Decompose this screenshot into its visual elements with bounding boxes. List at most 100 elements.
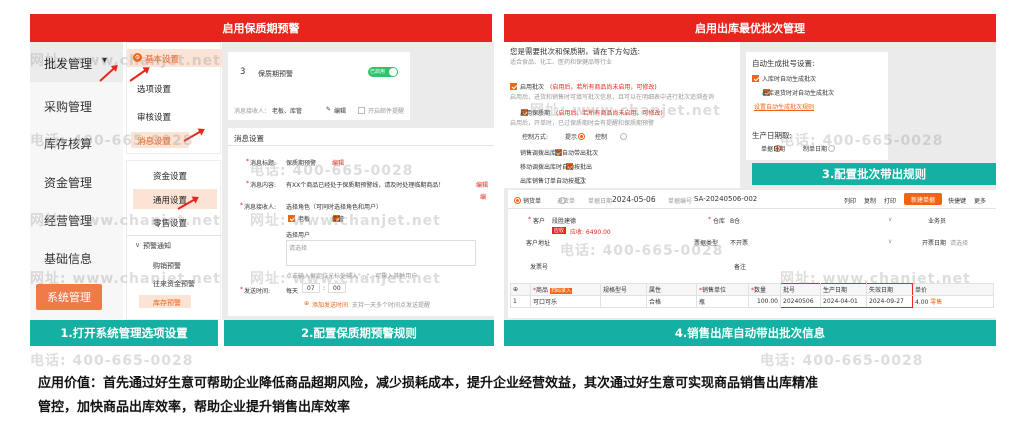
col-exp: 失效日期 <box>866 283 913 296</box>
gear-icon: ⚙ <box>133 53 142 62</box>
alert-toggle[interactable]: 已启用 <box>368 67 398 77</box>
col-product: 商品 <box>536 287 549 294</box>
submenu-general: 资金设置 通用设置 零售设置 ∨ 预警通知 购销预警 往来资金预警 库存预警 <box>126 160 222 320</box>
control-control-label: 控制 <box>595 134 608 141</box>
watermark-tel-prefix: 电话: <box>30 353 67 369</box>
table-col-settings[interactable]: ⊕ <box>510 283 531 296</box>
batch-options-card: 您是需要批次和保质期，请在下方勾选: 适合食品、化工、医药和保健品等行业 启用批… <box>504 42 740 188</box>
toggle-knob <box>389 68 397 76</box>
action-button[interactable]: 复制 <box>864 196 876 205</box>
title-edit-link[interactable]: 编辑 <box>332 158 344 167</box>
control-prompt-radio[interactable] <box>578 132 586 140</box>
divider <box>508 208 996 209</box>
time-every: 每天 <box>286 288 299 295</box>
alert-row-number: 3 <box>240 67 246 77</box>
submenu-sub-item[interactable]: 往来资金预警 <box>153 279 195 289</box>
sidebar-item-basic-info[interactable]: 基础信息 <box>44 250 92 267</box>
row-mfg[interactable]: 2024-04-01 <box>820 295 867 308</box>
row-exp[interactable]: 2024-09-27 <box>866 295 913 308</box>
content-edit-short[interactable]: 编 <box>480 192 486 201</box>
hour-input[interactable]: 07 <box>302 283 320 293</box>
minute-input[interactable]: 00 <box>328 283 346 293</box>
submenu-item-options[interactable]: 选项设置 <box>137 83 171 95</box>
alert-row-card: 3 保质期预警 已启用 消息接收人： 老板、库管 ✎ 编辑 开启邮件提醒 <box>228 52 410 120</box>
gen-rule-link[interactable]: 设置自动生成批次规则 <box>754 102 814 111</box>
system-management-button[interactable]: 系统管理 <box>36 284 102 310</box>
date-make-radio[interactable] <box>827 144 835 152</box>
sidebar-item-purchase[interactable]: 采购管理 <box>44 98 92 115</box>
row-unit[interactable]: 瓶 <box>696 295 749 308</box>
chevron-down-icon[interactable]: ∨ <box>888 238 892 245</box>
enable-shelf-life-label: 启用保质期 <box>520 110 551 117</box>
submenu-item-message[interactable]: 消息设置 <box>137 135 171 147</box>
customer-value[interactable]: 段胜建德 <box>552 216 576 225</box>
tab-sales-radio[interactable] <box>514 196 521 204</box>
quick-key-button[interactable]: 快捷键 <box>948 196 966 205</box>
enable-shelf-life-note: (启用后，若所有商品尚未启用，可修改) <box>556 110 663 117</box>
batch-examples: 适合食品、化工、医药和保健品等行业 <box>510 59 613 66</box>
add-time-link[interactable]: 添加发送时间 <box>312 300 348 309</box>
submenu-item-audit[interactable]: 审核设置 <box>137 111 171 123</box>
value-statement-line: 应用价值：首先通过好生意可帮助企业降低商品超期风险，减少损耗成本，提升企业经营效… <box>38 376 819 391</box>
row-spec[interactable] <box>600 295 647 308</box>
action-button[interactable]: 打印 <box>884 196 896 205</box>
row-batch[interactable]: 20240506 <box>780 295 821 308</box>
email-remind-checkbox[interactable] <box>358 106 365 114</box>
submenu-item-retail[interactable]: 零售设置 <box>153 217 187 229</box>
sidebar-item-inventory[interactable]: 库存核算 <box>44 135 92 152</box>
warehouse-value[interactable]: B仓 <box>730 216 740 225</box>
note-label: 备注 <box>734 264 747 271</box>
table-row[interactable]: 1 可口可乐 合格 瓶 100.00 20240506 2024-04-01 2… <box>510 295 994 308</box>
sidebar-item-funds[interactable]: 资金管理 <box>44 174 92 191</box>
chevron-down-icon: ∨ <box>135 241 141 249</box>
sidebar-item-operations[interactable]: 经营管理 <box>44 212 92 229</box>
user-input[interactable]: 请选择 <box>286 240 476 266</box>
required-mark: * <box>246 158 249 165</box>
scan-badge[interactable]: 扫码录入 <box>549 288 572 294</box>
row-qty[interactable]: 100.00 <box>748 295 781 308</box>
chevron-down-icon: ▾ <box>102 55 108 66</box>
message-settings-title: 消息设置 <box>234 134 264 143</box>
user-input-placeholder: 请选择 <box>289 245 308 252</box>
role-boss-checkbox[interactable] <box>288 214 295 222</box>
required-mark: * <box>246 180 249 187</box>
sidebar-item-batch[interactable]: 批发管理 ▾ <box>30 42 123 82</box>
row-product[interactable]: 可口可乐 <box>530 295 601 308</box>
required-mark: * <box>708 216 711 223</box>
content-edit-link[interactable]: 编辑 <box>476 180 488 189</box>
maker-placeholder[interactable]: 请选择 <box>950 238 968 247</box>
doc-no-value: SA-20240506-002 <box>694 195 758 203</box>
shipper-label: 发票号 <box>530 264 549 271</box>
title-label: 消息标题: <box>250 160 277 167</box>
action-button[interactable]: 列印 <box>844 196 856 205</box>
step2-caption: 2.配置保质期预警规则 <box>224 320 494 346</box>
row-extra[interactable]: 零售 <box>930 299 942 306</box>
control-control-radio[interactable] <box>619 132 627 140</box>
date-make-label: 制单日期 <box>803 146 828 153</box>
left-header: 启用保质期预警 <box>30 14 492 42</box>
edit-icon[interactable]: ✎ <box>326 106 331 113</box>
gen-in-label: 入库时自动生成批次 <box>762 76 817 83</box>
submenu-basic-header[interactable]: ⚙ 基本设置 <box>127 49 222 67</box>
date-title: 生产日期取: <box>752 131 793 140</box>
content-value: 有XX个商品已经处于保质期预警线，请及时处理临期商品！ <box>286 182 445 189</box>
enable-batch-checkbox[interactable] <box>510 82 517 90</box>
edit-link[interactable]: 编辑 <box>334 106 346 115</box>
tab-return[interactable]: 退货单 <box>557 196 575 205</box>
add-icon[interactable]: ⊕ <box>304 300 309 307</box>
date-value[interactable]: 2024-05-06 <box>612 195 656 204</box>
gen-in-checkbox[interactable] <box>752 74 759 82</box>
submenu-sub-item[interactable]: 购销预警 <box>153 261 181 271</box>
user-hint: 点击输入框定位光标处输入"..."，可输入其他用户 <box>286 273 418 280</box>
col-price: 单价 <box>912 283 994 296</box>
row-attr[interactable]: 合格 <box>646 295 697 308</box>
new-doc-button[interactable]: 新建单据 <box>904 193 942 205</box>
more-button[interactable]: 更多 <box>974 196 986 205</box>
submenu-group-alerts[interactable]: 预警通知 <box>143 241 171 251</box>
tab-sales[interactable]: 销货单 <box>523 196 541 205</box>
row-price[interactable]: 4.00 <box>915 299 928 306</box>
invoice-value[interactable]: 不开票 <box>730 238 748 247</box>
chevron-down-icon[interactable]: ∨ <box>888 216 892 223</box>
submenu-item-funds[interactable]: 资金设置 <box>153 170 187 182</box>
submenu-sub-item[interactable]: 库存预警 <box>153 298 181 308</box>
